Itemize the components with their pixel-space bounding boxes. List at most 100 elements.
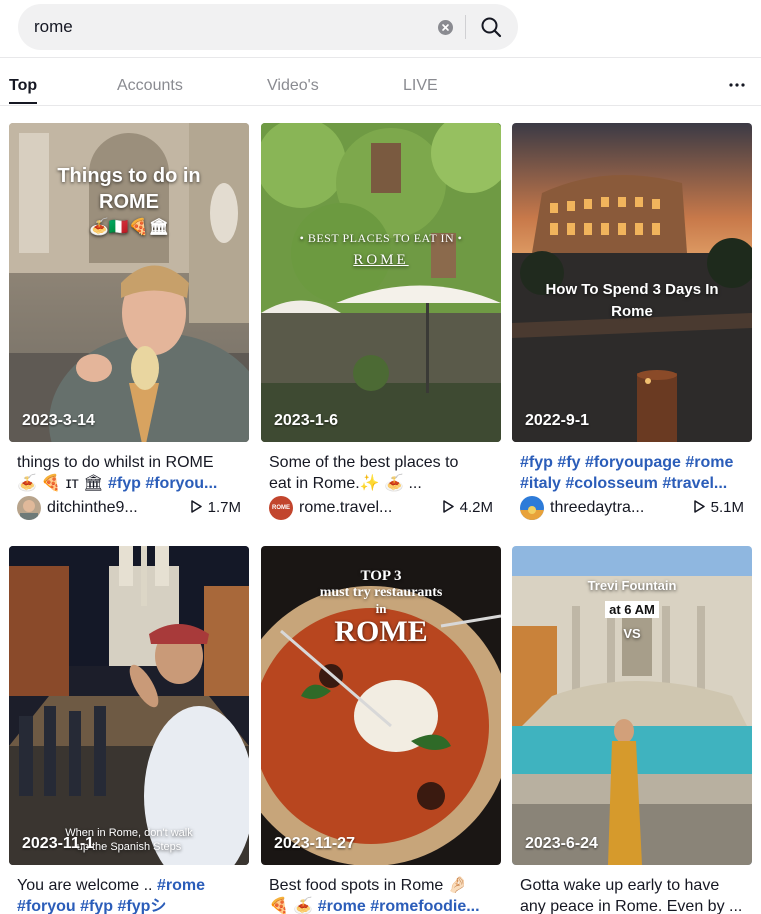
video-date: 2023-11-1 <box>22 835 95 852</box>
overlay-title: ROME <box>353 252 409 268</box>
video-description[interactable]: Gotta wake up early to have any peace in… <box>520 875 748 914</box>
text-span: 🍕 🍝 <box>269 898 318 914</box>
search-tabs: Top Accounts Video's LIVE <box>0 58 761 106</box>
play-count: 5.1M <box>693 499 744 516</box>
overlay-time-label: at 6 AM <box>605 601 659 618</box>
hashtag-link[interactable]: #fypシ <box>117 898 166 914</box>
text-span: Some of the best places to <box>269 454 459 471</box>
overlay-vs-label: VS <box>623 626 641 641</box>
video-thumbnail[interactable]: How To Spend 3 Days In Rome 2022-9-1 <box>512 123 752 442</box>
avatar-label: ROME <box>272 505 290 511</box>
tab-accounts[interactable]: Accounts <box>117 77 183 95</box>
overlay-line: TOP 3 <box>360 568 402 584</box>
play-count: 4.2M <box>442 499 493 516</box>
description-line-1: Best food spots in Rome 🤌🏻 <box>269 875 497 896</box>
overlay-emoji: 🍝🇮🇹🍕🏛 <box>88 219 170 236</box>
thumbnail-image <box>261 123 501 442</box>
video-date: 2023-3-14 <box>22 412 95 429</box>
hashtag-link[interactable]: #rome <box>685 454 733 471</box>
text-span: eat in Rome.✨ 🍝 ... <box>269 475 422 492</box>
active-tab-indicator <box>9 102 37 104</box>
description-line-2: any peace in Rome. Even by ... <box>520 896 748 914</box>
overlay-title-line: Trevi Fountain <box>587 578 677 593</box>
video-thumbnail[interactable]: When in Rome, don't walk up the Spanish … <box>9 546 249 865</box>
video-description[interactable]: things to do whilst in ROME 🍝 🍕 ɪᴛ 🏛 #fy… <box>17 452 245 494</box>
video-date: 2022-9-1 <box>525 412 590 429</box>
hashtag-link[interactable]: #fyp <box>80 898 113 914</box>
text-span: Best food spots in Rome 🤌🏻 <box>269 877 468 894</box>
hashtag-link[interactable]: #rome <box>157 877 205 894</box>
video-meta: threedaytra... 5.1M <box>520 496 748 520</box>
video-description[interactable]: You are welcome .. #rome #foryou #fyp #f… <box>17 875 245 914</box>
tab-videos[interactable]: Video's <box>267 77 319 95</box>
hashtag-link[interactable]: #fy <box>557 454 580 471</box>
video-meta: ditchinthe9... 1.7M <box>17 496 245 520</box>
text-span: Gotta wake up early to have <box>520 877 720 894</box>
play-icon <box>693 500 705 513</box>
video-date: 2023-1-6 <box>274 412 339 429</box>
hashtag-link[interactable]: #foryou <box>17 898 76 914</box>
play-count-value: 1.7M <box>207 499 241 516</box>
play-count: 1.7M <box>190 499 241 516</box>
video-description[interactable]: #fyp #fy #foryoupage #rome #italy #colos… <box>520 452 748 494</box>
video-thumbnail[interactable]: Things to do in ROME 🍝🇮🇹🍕🏛 2023-3-14 <box>9 123 249 442</box>
description-line-1: Some of the best places to <box>269 452 497 473</box>
description-line-1: Gotta wake up early to have <box>520 875 748 896</box>
hashtag-link[interactable]: #italy <box>520 475 561 492</box>
hashtag-link[interactable]: #foryoupage <box>585 454 681 471</box>
description-line-1: You are welcome .. #rome <box>17 875 245 896</box>
overlay-subtitle: • BEST PLACES TO EAT IN • <box>299 231 463 245</box>
description-line-2: #foryou #fyp #fypシ <box>17 896 245 914</box>
hashtag-link[interactable]: #foryou... <box>145 475 217 492</box>
username[interactable]: rome.travel... <box>299 499 392 517</box>
search-input[interactable] <box>34 4 434 50</box>
avatar[interactable]: ROME <box>269 496 293 520</box>
text-span: any peace in Rome. Even by ... <box>520 898 743 914</box>
description-line-1: things to do whilst in ROME <box>17 452 245 473</box>
description-line-2: eat in Rome.✨ 🍝 ... <box>269 473 497 494</box>
hashtag-link[interactable]: #fyp <box>108 475 141 492</box>
video-date: 2023-6-24 <box>525 835 598 852</box>
video-meta: ROME rome.travel... 4.2M <box>269 496 497 520</box>
hashtag-link[interactable]: #colosseum <box>565 475 657 492</box>
search-divider <box>465 15 466 39</box>
more-options-icon[interactable] <box>727 77 747 93</box>
play-count-value: 5.1M <box>710 499 744 516</box>
text-span: 🍝 🍕 ɪᴛ 🏛 <box>17 475 108 492</box>
tabs-divider <box>0 105 761 106</box>
hashtag-link[interactable]: #rome <box>318 898 366 914</box>
video-date: 2023-11-27 <box>274 835 355 852</box>
username[interactable]: ditchinthe9... <box>47 499 138 517</box>
clear-search-icon[interactable] <box>438 20 453 35</box>
overlay-title-line: ROME <box>99 191 159 213</box>
username[interactable]: threedaytra... <box>550 499 644 517</box>
description-line-2: #italy #colosseum #travel... <box>520 473 748 494</box>
play-icon <box>442 500 454 513</box>
overlay-title-line: Things to do in <box>57 165 201 187</box>
description-line-2: 🍕 🍝 #rome #romefoodie... <box>269 896 497 914</box>
overlay-line: must try restaurants <box>319 585 443 600</box>
overlay-title-line: How To Spend 3 Days In <box>545 281 719 298</box>
hashtag-link[interactable]: #travel... <box>662 475 727 492</box>
avatar[interactable] <box>17 496 41 520</box>
video-thumbnail[interactable]: Trevi Fountain at 6 AM VS 2023-6-24 <box>512 546 752 865</box>
play-icon <box>190 500 202 513</box>
hashtag-link[interactable]: #romefoodie... <box>370 898 479 914</box>
video-description[interactable]: Some of the best places to eat in Rome.✨… <box>269 452 497 494</box>
avatar[interactable] <box>520 496 544 520</box>
search-button[interactable] <box>474 10 508 44</box>
thumbnail-image <box>9 546 249 865</box>
video-thumbnail[interactable]: • BEST PLACES TO EAT IN • ROME 2023-1-6 <box>261 123 501 442</box>
tab-top[interactable]: Top <box>9 77 37 95</box>
search-icon <box>481 17 502 38</box>
text-span: things to do whilst in ROME <box>17 454 214 471</box>
description-line-1: #fyp #fy #foryoupage #rome <box>520 452 748 473</box>
video-thumbnail[interactable]: TOP 3 must try restaurants in ROME 2023-… <box>261 546 501 865</box>
description-line-2: 🍝 🍕 ɪᴛ 🏛 #fyp #foryou... <box>17 473 245 494</box>
search-bar[interactable] <box>18 4 518 50</box>
text-span: You are welcome .. <box>17 877 157 894</box>
video-description[interactable]: Best food spots in Rome 🤌🏻 🍕 🍝 #rome #ro… <box>269 875 497 914</box>
hashtag-link[interactable]: #fyp <box>520 454 553 471</box>
play-count-value: 4.2M <box>459 499 493 516</box>
tab-live[interactable]: LIVE <box>403 77 438 95</box>
